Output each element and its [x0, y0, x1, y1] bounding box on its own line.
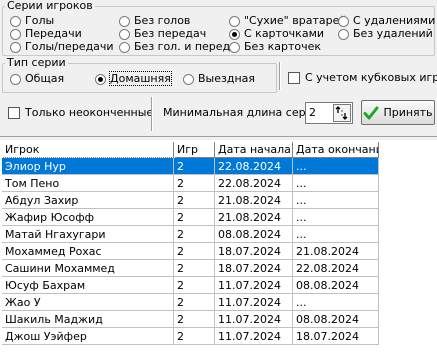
table-cell: 11.07.2024 — [215, 277, 293, 294]
radio-away[interactable]: Выездная — [183, 72, 255, 86]
radio-circle — [183, 74, 194, 85]
radio-circle — [10, 74, 21, 85]
table-cell: 2 — [174, 158, 215, 175]
checkmark-icon — [363, 106, 379, 119]
table-cell: Сашини Мохаммед — [2, 260, 174, 277]
table-cell: 11.07.2024 — [215, 328, 293, 345]
radio-with-cards[interactable]: С карточками — [229, 27, 324, 41]
radio-circle — [119, 42, 130, 53]
table-cell: 18.07.2024 — [215, 243, 293, 260]
column-header-player[interactable]: Игрок — [2, 142, 174, 158]
spin-buttons[interactable] — [333, 104, 351, 122]
cup-games-checkbox[interactable]: С учетом кубковых игр — [288, 71, 437, 85]
table-cell: 2 — [174, 226, 215, 243]
table-cell: ... — [293, 294, 379, 311]
table-cell: ... — [293, 158, 379, 175]
checkbox-box — [8, 107, 20, 119]
radio-circle — [229, 42, 240, 53]
table-cell: Шакиль Маджид — [2, 311, 174, 328]
table-cell: 2 — [174, 277, 215, 294]
table-cell: 22.08.2024 — [215, 175, 293, 192]
table-cell: Жафир Юсофф — [2, 209, 174, 226]
radio-circle — [119, 29, 130, 40]
min-length-value: 2 — [309, 106, 316, 119]
column-header-end-date[interactable]: Дата окончания — [293, 142, 379, 158]
table-cell: 2 — [174, 243, 215, 260]
radio-circle — [338, 29, 349, 40]
separator — [151, 97, 153, 131]
radio-no-assists[interactable]: Без передач — [119, 27, 206, 41]
table-cell: 2 — [174, 260, 215, 277]
table-cell: Элиор Нур — [1, 157, 175, 176]
table-cell: 2 — [174, 175, 215, 192]
table-cell: 08.08.2024 — [215, 226, 293, 243]
table-cell: 18.07.2024 — [293, 328, 379, 345]
table-cell: 21.08.2024 — [215, 192, 293, 209]
radio-goals[interactable]: Голы — [10, 14, 54, 28]
min-length-spinner[interactable]: 2 — [305, 102, 353, 124]
table-cell: 08.08.2024 — [293, 277, 379, 294]
table-cell: 2 — [174, 311, 215, 328]
column-header-games[interactable]: Игр — [174, 142, 215, 158]
table-cell: ... — [293, 209, 379, 226]
table-cell: Жао У — [2, 294, 174, 311]
table-cell: 2 — [174, 294, 215, 311]
table-cell: Абдул Захир — [2, 192, 174, 209]
table-cell: 21.08.2024 — [215, 209, 293, 226]
radio-no-cards[interactable]: Без карточек — [229, 40, 321, 54]
table-cell: Юсуф Бахрам — [2, 277, 174, 294]
radio-circle — [10, 29, 21, 40]
radio-no-dismissals[interactable]: Без удалений — [338, 27, 433, 41]
table-cell: Джош Уэйфер — [2, 328, 174, 345]
table-cell: ... — [293, 175, 379, 192]
radio-circle — [338, 16, 349, 27]
divider — [0, 136, 437, 137]
table-cell: ... — [293, 226, 379, 243]
radio-home[interactable]: Домашняя — [95, 71, 172, 86]
radio-circle — [10, 16, 21, 27]
table-cell: Мохаммед Рохас — [2, 243, 174, 260]
radio-circle-selected — [95, 74, 106, 85]
table-cell: 08.08.2024 — [293, 311, 379, 328]
radio-no-goals-assists[interactable]: Без гол. и перед. — [119, 40, 234, 54]
table-cell: 2 — [174, 209, 215, 226]
radio-circle — [119, 16, 130, 27]
table-cell: 21.08.2024 — [293, 243, 379, 260]
table-cell: 22.08.2024 — [293, 260, 379, 277]
table-cell: 2 — [174, 192, 215, 209]
table-cell: 22.08.2024 — [215, 158, 293, 175]
player-series-legend: Серии игроков — [7, 0, 93, 12]
table-cell: ... — [293, 192, 379, 209]
radio-clean-sheets[interactable]: "Сухие" вратарей — [229, 14, 347, 28]
radio-assists[interactable]: Передачи — [10, 27, 82, 41]
radio-goals-assists[interactable]: Голы/передачи — [10, 40, 114, 54]
radio-circle — [10, 42, 21, 53]
radio-circle-selected — [229, 29, 240, 40]
table-cell: Том Пено — [2, 175, 174, 192]
column-header-start-date[interactable]: Дата начала — [215, 142, 293, 158]
radio-no-goals[interactable]: Без голов — [119, 14, 190, 28]
separator — [279, 62, 281, 90]
radio-with-dismissals[interactable]: С удалениями — [338, 14, 435, 28]
checkbox-box — [288, 72, 300, 84]
only-unfinished-checkbox[interactable]: Только неоконченные — [8, 106, 153, 120]
up-down-arrows-icon — [335, 106, 348, 120]
apply-button[interactable]: Принять — [361, 100, 435, 125]
table-cell: 2 — [174, 328, 215, 345]
min-length-label: Минимальная длина серии — [163, 106, 320, 119]
table-cell: 11.07.2024 — [215, 311, 293, 328]
table-cell: 11.07.2024 — [215, 294, 293, 311]
series-type-legend: Тип серии — [7, 56, 66, 69]
radio-overall[interactable]: Общая — [10, 72, 64, 86]
table-cell: Матай Нгахугари — [2, 226, 174, 243]
radio-circle — [229, 16, 240, 27]
table-cell: 18.07.2024 — [215, 260, 293, 277]
